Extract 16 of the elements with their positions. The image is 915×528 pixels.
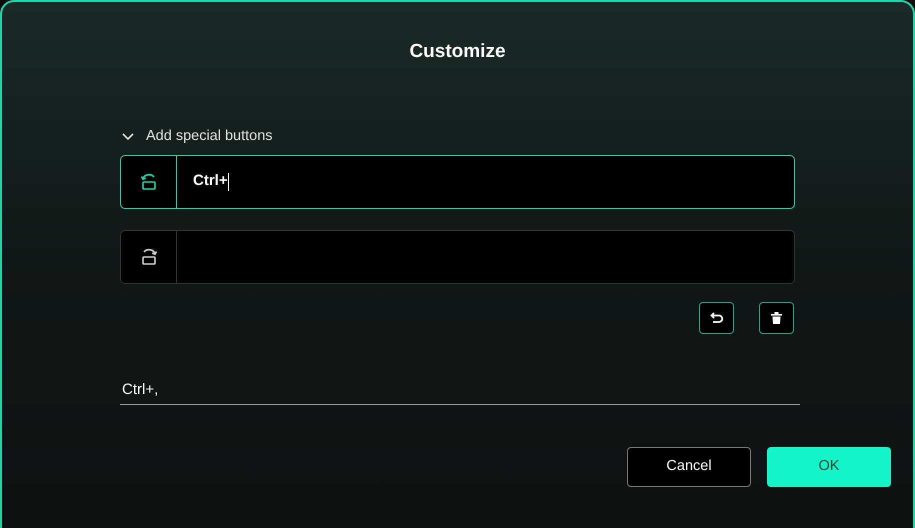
cancel-button[interactable]: Cancel <box>627 446 751 486</box>
field-value: Ctrl+ <box>193 171 228 192</box>
result-field[interactable]: Ctrl+, <box>120 378 800 404</box>
trash-icon <box>771 312 782 324</box>
rotate-left-icon <box>140 172 158 190</box>
chevron-icon <box>122 132 134 140</box>
shortcut-field[interactable] <box>120 230 795 284</box>
shortcut-field[interactable]: Ctrl+ <box>120 154 795 208</box>
undo-icon <box>710 312 724 324</box>
text-cursor <box>228 172 229 190</box>
delete-button[interactable] <box>759 302 794 334</box>
ok-button[interactable]: OK <box>767 446 891 486</box>
undo-button[interactable] <box>699 302 734 334</box>
rotate-right-icon <box>140 248 158 266</box>
dialog-title: Customize <box>408 40 507 64</box>
section-header[interactable]: Add special buttons <box>120 124 795 148</box>
